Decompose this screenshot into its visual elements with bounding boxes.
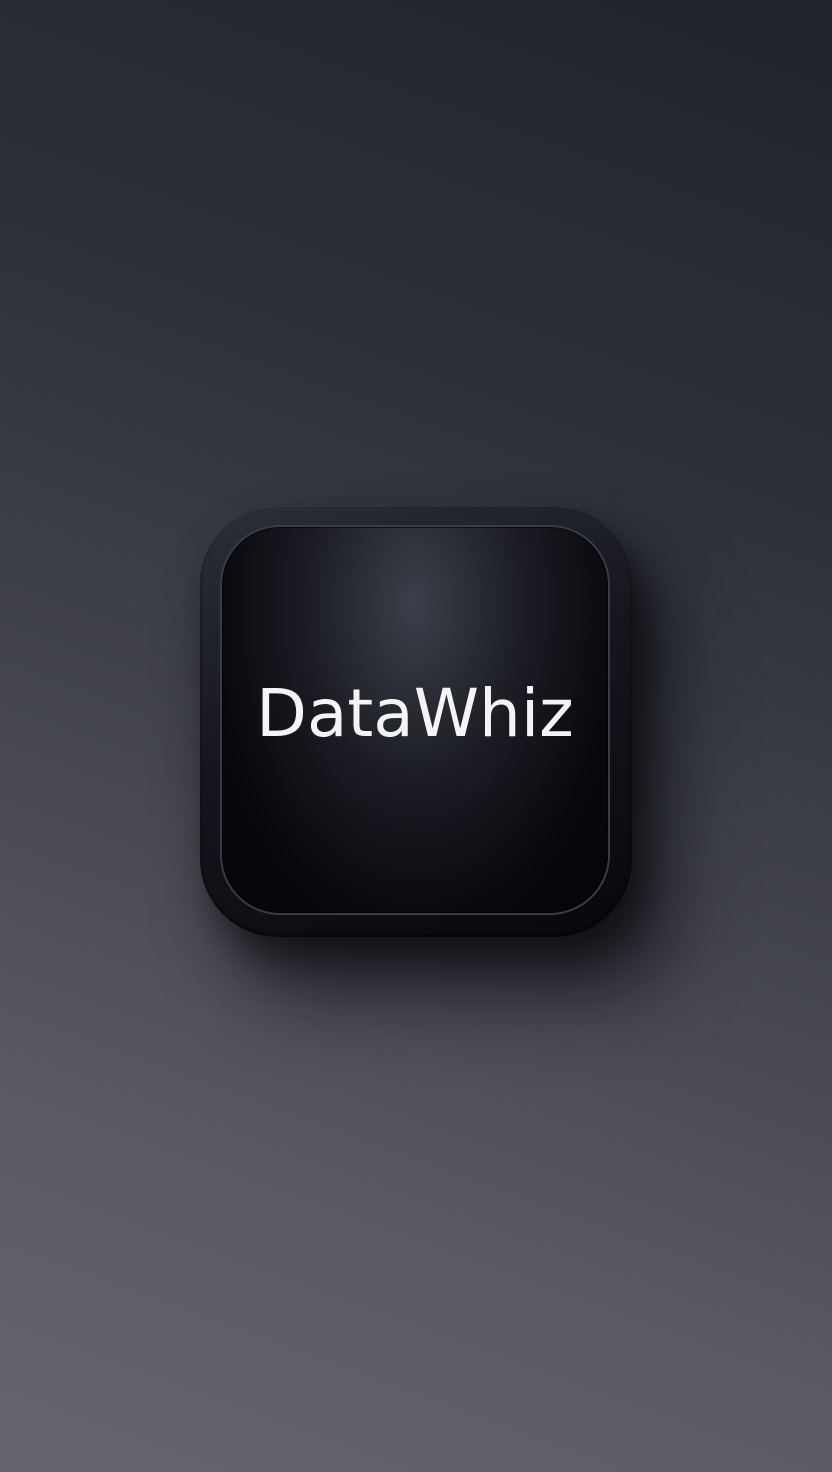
datawhiz-app-icon[interactable]: DataWhiz: [200, 505, 632, 937]
app-icon-face: DataWhiz: [220, 525, 610, 915]
screen-background: { "app_icon": { "label": "DataWhiz", "ic…: [0, 0, 832, 1472]
app-icon-label: DataWhiz: [256, 675, 574, 752]
